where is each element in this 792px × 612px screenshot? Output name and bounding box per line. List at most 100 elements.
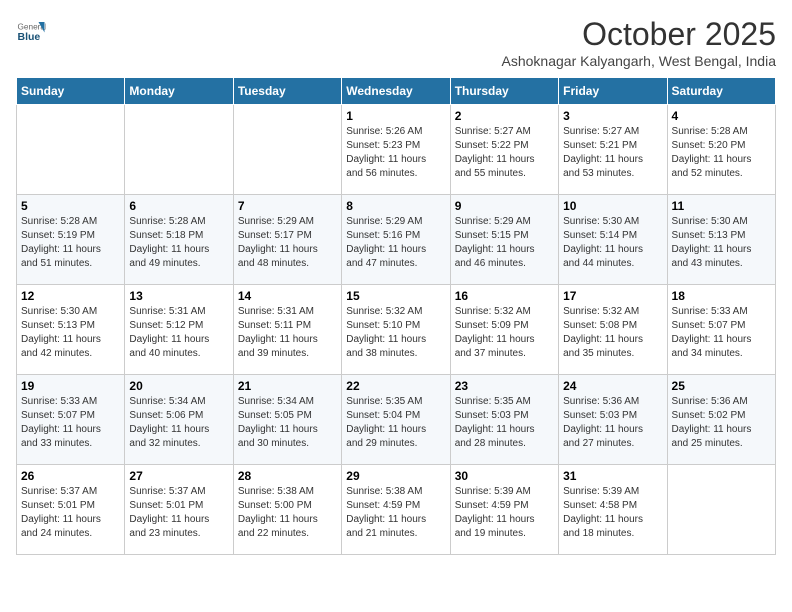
calendar-week-1: 1 Sunrise: 5:26 AM Sunset: 5:23 PM Daylig… (17, 105, 776, 195)
day-info: Sunrise: 5:35 AM Sunset: 5:04 PM Dayligh… (346, 395, 445, 451)
calendar-cell: 7 Sunrise: 5:29 AM Sunset: 5:17 PM Daylig… (233, 195, 341, 285)
title-block: October 2025 Ashoknagar Kalyangarh, West… (502, 16, 776, 69)
day-number: 14 (238, 289, 337, 303)
day-info: Sunrise: 5:28 AM Sunset: 5:18 PM Dayligh… (129, 215, 228, 271)
day-number: 20 (129, 379, 228, 393)
calendar-cell: 19Sunrise: 5:33 AM Sunset: 5:07 PM Dayli… (17, 375, 125, 465)
calendar-cell: 23 Sunrise: 5:35 AM Sunset: 5:03 PM Dayli… (450, 375, 558, 465)
day-number: 5 (21, 199, 120, 213)
day-number: 21 (238, 379, 337, 393)
day-info: Sunrise: 5:30 AM Sunset: 5:13 PM Dayligh… (21, 305, 120, 361)
day-info: Sunrise: 5:27 AM Sunset: 5:22 PM Dayligh… (455, 125, 554, 181)
calendar-cell: 28 Sunrise: 5:38 AM Sunset: 5:00 PM Dayli… (233, 465, 341, 555)
day-info: Sunrise: 5:37 AM Sunset: 5:01 PM Dayligh… (129, 485, 228, 541)
location-subtitle: Ashoknagar Kalyangarh, West Bengal, Indi… (502, 53, 776, 69)
day-info: Sunrise: 5:26 AM Sunset: 5:23 PM Dayligh… (346, 125, 445, 181)
day-info: Sunrise: 5:38 AM Sunset: 5:00 PM Dayligh… (238, 485, 337, 541)
weekday-header-tuesday: Tuesday (233, 78, 341, 105)
month-title: October 2025 (502, 16, 776, 53)
day-number: 16 (455, 289, 554, 303)
day-info: Sunrise: 5:39 AM Sunset: 4:58 PM Dayligh… (563, 485, 662, 541)
day-number: 25 (672, 379, 771, 393)
calendar-cell (17, 105, 125, 195)
day-info: Sunrise: 5:36 AM Sunset: 5:03 PM Dayligh… (563, 395, 662, 451)
day-number: 28 (238, 469, 337, 483)
day-number: 22 (346, 379, 445, 393)
day-number: 9 (455, 199, 554, 213)
calendar-table: SundayMondayTuesdayWednesdayThursdayFrid… (16, 77, 776, 555)
day-info: Sunrise: 5:35 AM Sunset: 5:03 PM Dayligh… (455, 395, 554, 451)
calendar-cell (125, 105, 233, 195)
weekday-header-wednesday: Wednesday (342, 78, 450, 105)
day-info: Sunrise: 5:34 AM Sunset: 5:05 PM Dayligh… (238, 395, 337, 451)
day-info: Sunrise: 5:33 AM Sunset: 5:07 PM Dayligh… (672, 305, 771, 361)
day-info: Sunrise: 5:30 AM Sunset: 5:14 PM Dayligh… (563, 215, 662, 271)
day-info: Sunrise: 5:32 AM Sunset: 5:09 PM Dayligh… (455, 305, 554, 361)
day-info: Sunrise: 5:37 AM Sunset: 5:01 PM Dayligh… (21, 485, 120, 541)
weekday-header-thursday: Thursday (450, 78, 558, 105)
day-info: Sunrise: 5:36 AM Sunset: 5:02 PM Dayligh… (672, 395, 771, 451)
calendar-cell: 10 Sunrise: 5:30 AM Sunset: 5:14 PM Dayli… (559, 195, 667, 285)
day-number: 17 (563, 289, 662, 303)
day-info: Sunrise: 5:32 AM Sunset: 5:08 PM Dayligh… (563, 305, 662, 361)
calendar-week-5: 26 Sunrise: 5:37 AM Sunset: 5:01 PM Dayli… (17, 465, 776, 555)
calendar-cell: 12 Sunrise: 5:30 AM Sunset: 5:13 PM Dayli… (17, 285, 125, 375)
calendar-cell: 25 Sunrise: 5:36 AM Sunset: 5:02 PM Dayli… (667, 375, 775, 465)
calendar-cell: 2 Sunrise: 5:27 AM Sunset: 5:22 PM Daylig… (450, 105, 558, 195)
day-info: Sunrise: 5:29 AM Sunset: 5:17 PM Dayligh… (238, 215, 337, 271)
svg-text:Blue: Blue (18, 31, 41, 43)
calendar-cell: 13 Sunrise: 5:31 AM Sunset: 5:12 PM Dayli… (125, 285, 233, 375)
day-info: Sunrise: 5:29 AM Sunset: 5:15 PM Dayligh… (455, 215, 554, 271)
day-number: 10 (563, 199, 662, 213)
day-number: 11 (672, 199, 771, 213)
calendar-cell: 15 Sunrise: 5:32 AM Sunset: 5:10 PM Dayli… (342, 285, 450, 375)
day-number: 3 (563, 109, 662, 123)
calendar-cell: 20 Sunrise: 5:34 AM Sunset: 5:06 PM Dayli… (125, 375, 233, 465)
logo: General Blue (16, 16, 46, 46)
day-number: 12 (21, 289, 120, 303)
day-number: 2 (455, 109, 554, 123)
day-info: Sunrise: 5:28 AM Sunset: 5:19 PM Dayligh… (21, 215, 120, 271)
day-number: 18 (672, 289, 771, 303)
day-number: 26 (21, 469, 120, 483)
day-number: 29 (346, 469, 445, 483)
calendar-week-2: 5 Sunrise: 5:28 AM Sunset: 5:19 PM Daylig… (17, 195, 776, 285)
day-info: Sunrise: 5:30 AM Sunset: 5:13 PM Dayligh… (672, 215, 771, 271)
calendar-cell: 26 Sunrise: 5:37 AM Sunset: 5:01 PM Dayli… (17, 465, 125, 555)
day-number: 8 (346, 199, 445, 213)
calendar-cell: 8 Sunrise: 5:29 AM Sunset: 5:16 PM Daylig… (342, 195, 450, 285)
day-info: Sunrise: 5:32 AM Sunset: 5:10 PM Dayligh… (346, 305, 445, 361)
weekday-header-row: SundayMondayTuesdayWednesdayThursdayFrid… (17, 78, 776, 105)
calendar-cell (233, 105, 341, 195)
calendar-cell: 14 Sunrise: 5:31 AM Sunset: 5:11 PM Dayli… (233, 285, 341, 375)
day-number: 31 (563, 469, 662, 483)
day-info: Sunrise: 5:33 AM Sunset: 5:07 PM Dayligh… (21, 395, 120, 451)
calendar-cell (667, 465, 775, 555)
calendar-cell: 1 Sunrise: 5:26 AM Sunset: 5:23 PM Daylig… (342, 105, 450, 195)
day-number: 4 (672, 109, 771, 123)
day-number: 1 (346, 109, 445, 123)
logo-icon: General Blue (16, 16, 46, 46)
day-info: Sunrise: 5:34 AM Sunset: 5:06 PM Dayligh… (129, 395, 228, 451)
day-number: 15 (346, 289, 445, 303)
day-number: 7 (238, 199, 337, 213)
calendar-cell: 21 Sunrise: 5:34 AM Sunset: 5:05 PM Dayli… (233, 375, 341, 465)
calendar-cell: 4 Sunrise: 5:28 AM Sunset: 5:20 PM Daylig… (667, 105, 775, 195)
day-info: Sunrise: 5:29 AM Sunset: 5:16 PM Dayligh… (346, 215, 445, 271)
day-number: 27 (129, 469, 228, 483)
weekday-header-saturday: Saturday (667, 78, 775, 105)
day-info: Sunrise: 5:31 AM Sunset: 5:12 PM Dayligh… (129, 305, 228, 361)
day-number: 30 (455, 469, 554, 483)
day-info: Sunrise: 5:31 AM Sunset: 5:11 PM Dayligh… (238, 305, 337, 361)
day-number: 23 (455, 379, 554, 393)
calendar-cell: 27 Sunrise: 5:37 AM Sunset: 5:01 PM Dayli… (125, 465, 233, 555)
calendar-cell: 31 Sunrise: 5:39 AM Sunset: 4:58 PM Dayli… (559, 465, 667, 555)
day-number: 24 (563, 379, 662, 393)
day-number: 13 (129, 289, 228, 303)
calendar-cell: 29Sunrise: 5:38 AM Sunset: 4:59 PM Dayli… (342, 465, 450, 555)
day-info: Sunrise: 5:28 AM Sunset: 5:20 PM Dayligh… (672, 125, 771, 181)
day-info: Sunrise: 5:39 AM Sunset: 4:59 PM Dayligh… (455, 485, 554, 541)
calendar-cell: 11 Sunrise: 5:30 AM Sunset: 5:13 PM Dayli… (667, 195, 775, 285)
calendar-cell: 18 Sunrise: 5:33 AM Sunset: 5:07 PM Dayli… (667, 285, 775, 375)
calendar-cell: 3Sunrise: 5:27 AM Sunset: 5:21 PM Daylig… (559, 105, 667, 195)
